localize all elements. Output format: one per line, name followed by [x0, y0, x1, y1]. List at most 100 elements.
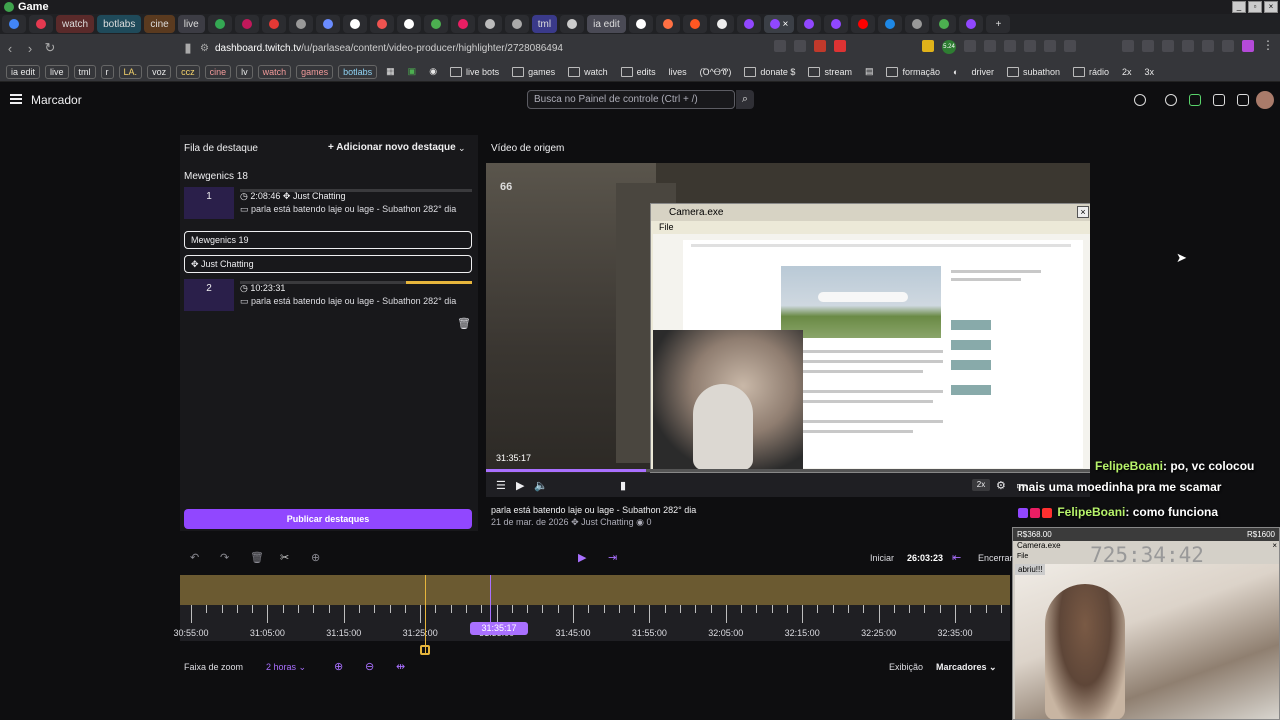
bookmark-folder[interactable]: subathon [1003, 65, 1064, 79]
bookmark-item[interactable]: ia edit [6, 64, 41, 79]
set-start-icon[interactable]: ⇤ [952, 551, 961, 564]
search-input[interactable]: Busca no Painel de controle (Ctrl + /) [527, 90, 735, 109]
tab-favicon[interactable] [736, 15, 761, 33]
tab-favicon[interactable] [342, 15, 367, 33]
bookmark-item[interactable]: LA. [118, 64, 143, 79]
bookmark-item[interactable]: lives [665, 65, 691, 79]
group-name-field[interactable]: Mewgenics 19 [184, 231, 472, 249]
tab-favicon[interactable] [396, 15, 421, 33]
tab-favicon[interactable] [851, 15, 876, 33]
tab-favicon[interactable] [29, 15, 53, 33]
tab-favicon[interactable] [234, 15, 259, 33]
alert-icon[interactable] [834, 40, 846, 52]
bookmark-item[interactable]: voz [147, 64, 172, 79]
tab-favicon[interactable] [959, 15, 984, 33]
timeline-clip-band[interactable] [180, 575, 1010, 605]
bookmark-icon-item[interactable]: ▤ [861, 65, 878, 79]
scissors-icon[interactable]: ✂ [280, 551, 289, 564]
maximize-icon[interactable]: ▫ [1248, 1, 1262, 13]
list-icon[interactable]: ☰ [496, 479, 506, 492]
bookmark-icon-item[interactable]: ▣ [404, 65, 421, 79]
publish-highlights-button[interactable]: Publicar destaques [184, 509, 472, 529]
tab-favicon[interactable] [628, 15, 653, 33]
bookmark-item[interactable]: live [45, 64, 69, 79]
close-icon[interactable]: × [1264, 1, 1278, 13]
display-select[interactable]: Marcadores ⌄ [936, 662, 997, 673]
add-marker-icon[interactable]: ⊕ [311, 551, 320, 564]
new-tab-button[interactable]: + [986, 15, 1011, 33]
extension-icon[interactable] [1242, 40, 1254, 52]
category-field[interactable]: ✥ Just Chatting [184, 255, 472, 273]
bookmark-item[interactable]: botlabs [338, 64, 378, 79]
highlight-clip[interactable]: 1 ◷ 2:08:46 ✥ Just Chatting ▭ parla está… [184, 187, 472, 219]
fit-icon[interactable]: ⇹ [396, 660, 405, 673]
bookmark-item[interactable]: games [296, 64, 334, 79]
playhead-time[interactable]: 31:35:17 [470, 622, 528, 635]
bookmark-folder[interactable]: watch [564, 65, 612, 79]
back-icon[interactable]: ‹ [0, 41, 20, 56]
play-icon[interactable]: ▶ [516, 479, 524, 492]
extension-badge[interactable]: 5.24 [942, 40, 956, 54]
tab-watch[interactable]: watch [56, 15, 95, 33]
undo-icon[interactable]: ↶ [190, 551, 199, 564]
zoom-out-icon[interactable]: ⊖ [365, 660, 374, 673]
bookmark-folder[interactable]: games [508, 65, 559, 79]
tab-current[interactable]: × [763, 15, 795, 33]
tab-favicon[interactable] [709, 15, 734, 33]
trash-icon[interactable]: 🗑 [250, 551, 264, 564]
settings-icon[interactable]: ⚙ [996, 479, 1006, 492]
tab-favicon[interactable] [261, 15, 286, 33]
extension-icon[interactable] [1064, 40, 1076, 52]
trash-icon[interactable]: 🗑 [457, 317, 471, 330]
tab-favicon[interactable] [2, 15, 26, 33]
tab-tml[interactable]: tml [531, 15, 558, 33]
menu-icon[interactable]: ⋮ [1262, 39, 1274, 52]
whispers-icon[interactable] [1237, 94, 1249, 106]
bookmark-folder[interactable]: rádio [1069, 65, 1113, 79]
bookmark-item[interactable]: r [100, 64, 114, 79]
tab-favicon[interactable] [423, 15, 448, 33]
reload-icon[interactable]: ↻ [40, 40, 60, 56]
extension-icon[interactable] [1162, 40, 1174, 52]
zoom-in-icon[interactable]: ⊕ [334, 660, 343, 673]
extension-icon[interactable] [984, 40, 996, 52]
apps-grid-icon[interactable]: ▦ [382, 65, 399, 79]
tab-ia-edit[interactable]: ia edit [587, 15, 626, 33]
download-icon[interactable] [1122, 40, 1134, 52]
bookmark-item[interactable]: tml [73, 64, 96, 79]
playback-speed-button[interactable]: 2x [972, 479, 990, 491]
video-seekbar[interactable] [486, 469, 1090, 472]
bookmark-item[interactable]: ccz [176, 64, 200, 79]
bookmark-item[interactable]: driver [967, 65, 998, 79]
video-player[interactable]: 66 Camera.exe × File 31:35:17 ☰ ▶ 🔈 ▮ 2x… [486, 163, 1090, 497]
extension-icon[interactable] [964, 40, 976, 52]
bookmark-item[interactable]: (Ꝺ^ᎾᏡ) [696, 65, 736, 79]
extension-icon[interactable] [1222, 40, 1234, 52]
search-icon[interactable]: ⌕ [736, 90, 754, 109]
tab-favicon[interactable] [655, 15, 680, 33]
highlight-clip[interactable]: 2 ◷ 10:23:31 ▭ parla está batendo laje o… [184, 279, 472, 311]
tab-favicon[interactable] [932, 15, 957, 33]
tab-favicon[interactable] [207, 15, 232, 33]
tab-favicon[interactable] [878, 15, 903, 33]
notifications-icon[interactable] [1134, 94, 1146, 106]
site-info-icon[interactable]: ⚙ [200, 43, 209, 54]
tab-cine[interactable]: cine [144, 15, 175, 33]
inbox-icon[interactable] [1213, 94, 1225, 106]
avatar[interactable] [1256, 91, 1274, 109]
marker-icon[interactable] [420, 645, 430, 655]
bookmark-icon-item[interactable]: ◉ [425, 65, 441, 79]
tab-favicon[interactable] [450, 15, 475, 33]
extension-icon[interactable] [1202, 40, 1214, 52]
play-icon[interactable]: ▶ [578, 551, 586, 564]
share-icon[interactable] [794, 40, 806, 52]
tab-favicon[interactable] [288, 15, 313, 33]
extension-icon[interactable] [922, 40, 934, 52]
redo-icon[interactable]: ↷ [220, 551, 229, 564]
bookmark-item[interactable]: 2x [1118, 65, 1136, 79]
bookmark-item[interactable]: watch [257, 64, 292, 79]
bookmark-folder[interactable]: donate $ [740, 65, 799, 79]
tab-favicon[interactable] [797, 15, 822, 33]
highlight-marker[interactable] [425, 575, 426, 653]
audio-wave-icon[interactable]: ▮ [620, 479, 626, 492]
